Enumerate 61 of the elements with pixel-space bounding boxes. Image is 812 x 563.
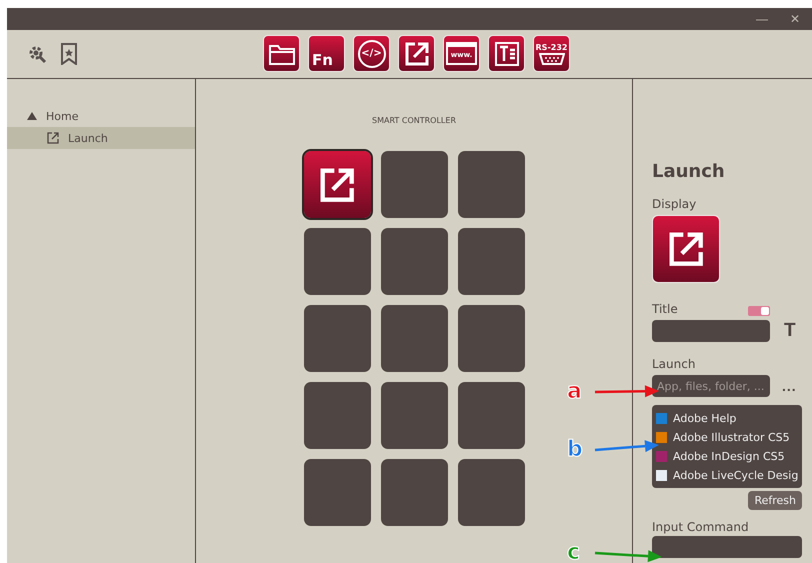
app-list-item[interactable]: Adobe InDesign CS5 [656,447,802,466]
panel-heading: Launch [652,161,726,182]
empty-key[interactable] [380,382,448,449]
app-icon [656,432,667,443]
empty-key[interactable] [304,228,370,295]
field-label: Title [652,302,678,316]
text-tool[interactable] [488,35,525,72]
empty-key[interactable] [458,305,524,372]
field-label: Display [652,197,698,211]
bookmark-star-icon [59,43,79,65]
annotation-arrow [594,385,659,398]
browse-button[interactable]: ... [780,378,799,394]
minimize-button[interactable]: — [750,12,774,26]
launch-key[interactable] [304,151,370,218]
refresh-button[interactable]: Refresh [748,491,802,510]
empty-key[interactable] [458,382,524,449]
app-list-item[interactable]: Adobe Illustrator CS5 [656,428,802,447]
canvas-title: SMART CONTROLLER [372,116,456,125]
tree-item[interactable]: Launch [7,127,195,149]
text-document-icon [492,40,520,68]
field-label: Input Command [652,520,750,534]
settings-icon [27,44,47,64]
empty-key[interactable] [458,151,524,218]
expand-triangle-icon [27,112,37,120]
app-icon [656,470,667,481]
bookmark-button[interactable] [59,43,79,65]
app-list-item[interactable]: Adobe LiveCycle Desig [656,466,802,485]
display-icon-preview[interactable] [652,215,720,283]
annotation-letter: b [567,438,583,462]
launch-field[interactable]: App, files, folder, ... [652,375,770,397]
folder-tool[interactable] [263,35,300,72]
launch-icon [47,132,59,144]
empty-key[interactable] [380,228,448,295]
function-tool[interactable]: Fn [308,35,345,72]
title-field[interactable] [652,320,770,342]
empty-key[interactable] [458,459,524,526]
empty-key[interactable] [380,151,448,218]
empty-key[interactable] [458,228,524,295]
field-label: Launch [652,357,696,371]
annotation-letter: c [567,541,580,563]
command-field[interactable] [652,536,802,558]
app-icon [656,451,667,462]
code-tool[interactable]: </> [353,35,390,72]
annotation-arrow [594,440,659,452]
empty-key[interactable] [304,305,370,372]
empty-key[interactable] [380,305,448,372]
app-list-item[interactable]: Adobe Help [656,409,802,428]
serial-port-icon [538,52,564,64]
empty-key[interactable] [380,459,448,526]
close-button[interactable]: ✕ [784,12,806,26]
empty-key[interactable] [304,382,370,449]
title-toggle[interactable] [748,306,770,316]
settings-button[interactable] [27,44,47,64]
launch-tool[interactable] [398,35,435,72]
annotation-letter: a [567,380,582,404]
font-button[interactable]: T [780,320,800,342]
serial-port-tool[interactable]: RS-232 [533,35,570,72]
annotation-arrow [594,550,662,562]
app-icon [656,413,667,424]
empty-key[interactable] [304,459,370,526]
tree-item[interactable]: Home [7,105,195,127]
